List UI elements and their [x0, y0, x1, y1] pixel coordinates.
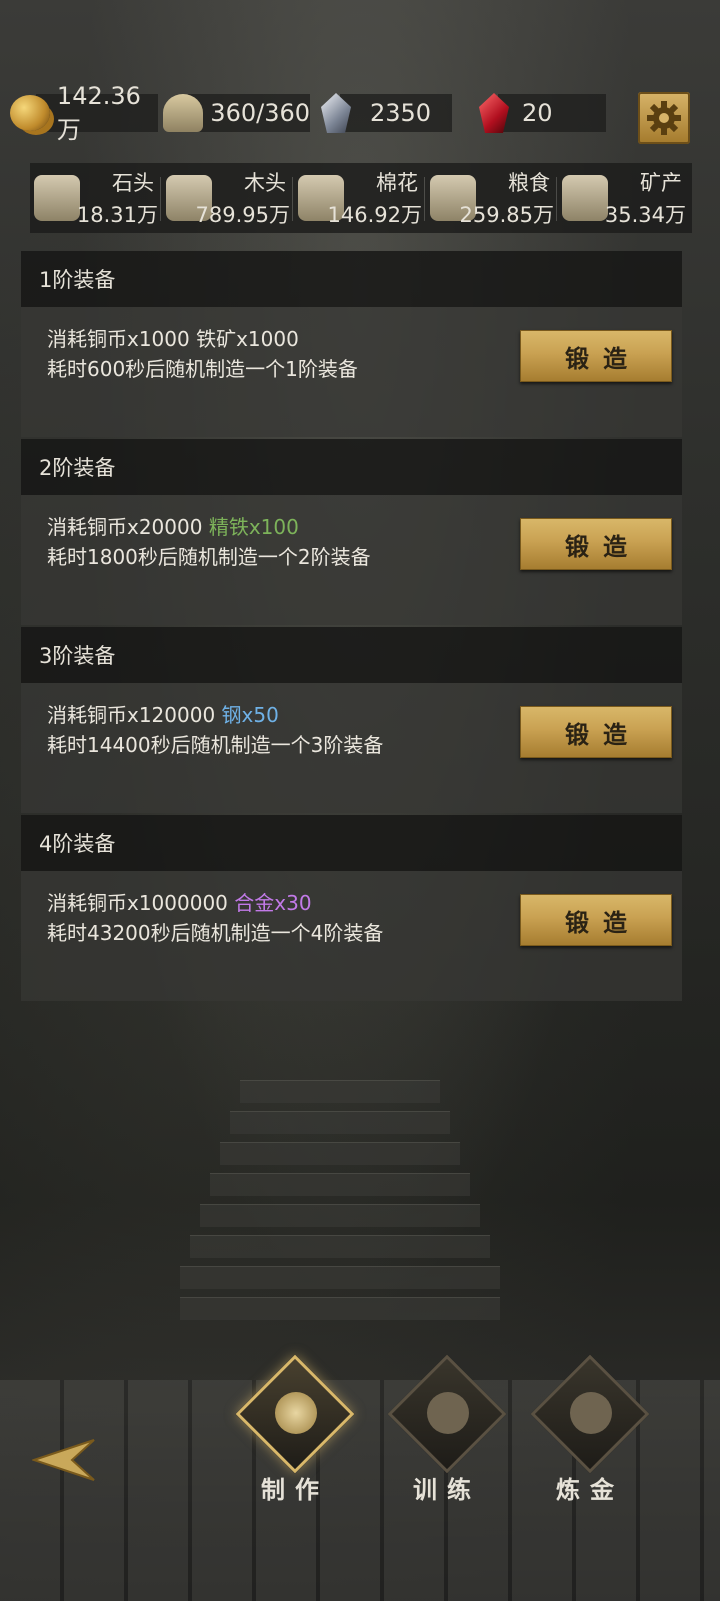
- cost-line: 消耗铜币x120000 钢x50: [47, 699, 279, 728]
- section-body: 消耗铜币x120000 钢x50 耗时14400秒后随机制造一个3阶装备 锻造: [21, 683, 682, 813]
- material-name: 木头: [244, 171, 286, 195]
- material-value: 18.31万: [76, 203, 158, 227]
- material-value: 789.95万: [195, 203, 290, 227]
- tab-label: 训练: [413, 1476, 481, 1504]
- craft-section-tier1: 1阶装备 消耗铜币x1000 铁矿x1000 耗时600秒后随机制造一个1阶装备…: [21, 251, 682, 437]
- alchemy-icon: [570, 1392, 612, 1434]
- copper-value: 142.36万: [56, 81, 141, 144]
- ruby-resource: 20: [470, 92, 606, 134]
- copper-resource: 142.36万: [8, 82, 158, 144]
- material-value: 146.92万: [327, 203, 422, 227]
- craft-section-tier4: 4阶装备 消耗铜币x1000000 合金x30 耗时43200秒后随机制造一个4…: [21, 815, 682, 1001]
- crystal-resource: 2350: [312, 92, 452, 134]
- section-title: 1阶装备: [21, 251, 682, 307]
- material-wood: 木头 789.95万: [162, 163, 294, 233]
- section-title: 2阶装备: [21, 439, 682, 495]
- settings-button[interactable]: [638, 92, 690, 144]
- coin-stack-icon: [8, 92, 53, 134]
- section-body: 消耗铜币x1000 铁矿x1000 耗时600秒后随机制造一个1阶装备 锻造: [21, 307, 682, 437]
- section-body: 消耗铜币x20000 精铁x100 耗时1800秒后随机制造一个2阶装备 锻造: [21, 495, 682, 625]
- craft-section-tier3: 3阶装备 消耗铜币x120000 钢x50 耗时14400秒后随机制造一个3阶装…: [21, 627, 682, 813]
- gear-icon: [647, 101, 681, 135]
- forge-button[interactable]: 锻造: [520, 330, 672, 382]
- ruby-value: 20: [522, 99, 553, 127]
- population-value: 360/360: [210, 99, 310, 127]
- cost-line: 消耗铜币x1000000 合金x30: [47, 887, 312, 916]
- material-cost: 精铁x100: [208, 515, 299, 539]
- background-stairs: [180, 1080, 500, 1340]
- material-stone: 石头 18.31万: [30, 163, 162, 233]
- time-description: 耗时600秒后随机制造一个1阶装备: [47, 357, 358, 381]
- material-name: 棉花: [376, 171, 418, 195]
- material-name: 矿产: [640, 171, 682, 195]
- time-description: 耗时14400秒后随机制造一个3阶装备: [47, 733, 384, 757]
- copper-cost: 消耗铜币x1000: [47, 327, 197, 351]
- material-value: 259.85万: [459, 203, 554, 227]
- material-ore: 矿产 35.34万: [558, 163, 690, 233]
- material-cost: 钢x50: [221, 703, 279, 727]
- section-body: 消耗铜币x1000000 合金x30 耗时43200秒后随机制造一个4阶装备 锻…: [21, 871, 682, 1001]
- crystal-value: 2350: [370, 99, 432, 127]
- resource-bar: 142.36万 360/360 2350 20: [8, 82, 712, 144]
- population-resource: 360/360: [160, 92, 310, 134]
- material-name: 粮食: [508, 171, 550, 195]
- copper-cost: 消耗铜币x120000: [47, 703, 222, 727]
- materials-bar: 石头 18.31万 木头 789.95万 棉花 146.92万 粮食 259.8…: [30, 163, 692, 233]
- material-grain: 粮食 259.85万: [426, 163, 558, 233]
- forge-button[interactable]: 锻造: [520, 706, 672, 758]
- cost-line: 消耗铜币x1000 铁矿x1000: [47, 323, 299, 352]
- time-description: 耗时43200秒后随机制造一个4阶装备: [47, 921, 384, 945]
- material-cost: 铁矿x1000: [196, 327, 299, 351]
- material-value: 35.34万: [604, 203, 686, 227]
- forge-button[interactable]: 锻造: [520, 518, 672, 570]
- cost-line: 消耗铜币x20000 精铁x100: [47, 511, 299, 540]
- craft-icon: [275, 1392, 317, 1434]
- material-cost: 合金x30: [234, 891, 312, 915]
- section-title: 4阶装备: [21, 815, 682, 871]
- section-title: 3阶装备: [21, 627, 682, 683]
- copper-cost: 消耗铜币x1000000: [47, 891, 235, 915]
- forge-button[interactable]: 锻造: [520, 894, 672, 946]
- back-arrow-icon[interactable]: [32, 1436, 96, 1484]
- crystal-icon: [312, 92, 360, 134]
- tab-label: 炼金: [556, 1476, 624, 1504]
- train-icon: [427, 1392, 469, 1434]
- craft-section-tier2: 2阶装备 消耗铜币x20000 精铁x100 耗时1800秒后随机制造一个2阶装…: [21, 439, 682, 625]
- tab-label: 制作: [261, 1476, 329, 1504]
- time-description: 耗时1800秒后随机制造一个2阶装备: [47, 545, 371, 569]
- copper-cost: 消耗铜币x20000: [47, 515, 209, 539]
- material-cotton: 棉花 146.92万: [294, 163, 426, 233]
- people-icon: [160, 92, 206, 134]
- ruby-icon: [470, 92, 518, 134]
- material-name: 石头: [112, 171, 154, 195]
